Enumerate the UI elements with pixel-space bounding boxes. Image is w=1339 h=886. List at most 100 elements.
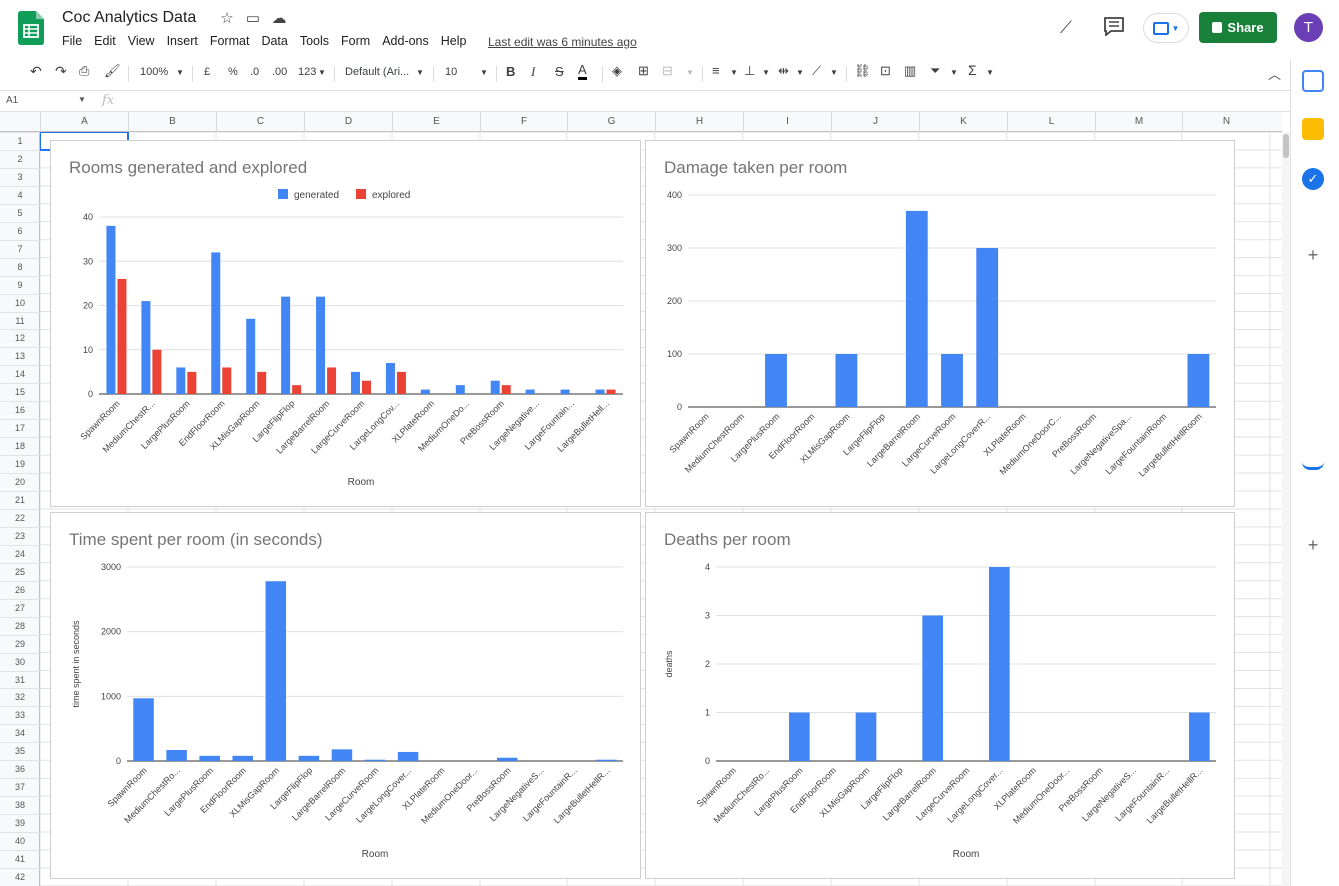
insert-chart-icon[interactable]: ▥ bbox=[904, 63, 916, 79]
bar[interactable] bbox=[141, 301, 151, 394]
row-header[interactable]: 1 bbox=[0, 132, 40, 150]
column-header[interactable]: M bbox=[1095, 112, 1182, 132]
cloud-status-icon[interactable]: ☁ bbox=[270, 9, 288, 27]
horizontal-align-icon[interactable]: ≡ bbox=[712, 63, 720, 78]
increase-decimal-button[interactable]: .00 bbox=[272, 66, 287, 78]
insert-link-icon[interactable]: ⛓ bbox=[854, 63, 871, 79]
bar[interactable] bbox=[176, 367, 186, 394]
row-header[interactable]: 4 bbox=[0, 185, 40, 204]
paint-format-icon[interactable]: 🖌 bbox=[104, 63, 121, 79]
add-addon-icon[interactable]: + bbox=[1302, 244, 1324, 266]
bar[interactable] bbox=[385, 363, 395, 394]
row-header[interactable]: 17 bbox=[0, 419, 40, 437]
chevron-down-icon[interactable]: ▼ bbox=[830, 68, 838, 77]
column-header[interactable]: E bbox=[392, 112, 480, 132]
chart-time-spent[interactable]: Time spent per room (in seconds) 0 1000 200… bbox=[50, 512, 641, 879]
currency-format-button[interactable]: £ bbox=[204, 66, 210, 78]
bar[interactable] bbox=[1187, 354, 1210, 407]
column-header[interactable]: L bbox=[1007, 112, 1095, 132]
bar[interactable] bbox=[596, 759, 617, 761]
row-header[interactable]: 40 bbox=[0, 832, 40, 850]
bar[interactable] bbox=[351, 371, 360, 394]
bar[interactable] bbox=[117, 278, 127, 394]
undo-icon[interactable]: ↶ bbox=[30, 63, 42, 80]
row-header[interactable]: 15 bbox=[0, 383, 40, 401]
row-header[interactable]: 24 bbox=[0, 544, 40, 563]
more-formats-button[interactable]: 123 bbox=[298, 66, 316, 78]
zoom-select[interactable]: 100% bbox=[140, 66, 168, 78]
bar[interactable] bbox=[989, 567, 1010, 761]
filter-icon[interactable]: ⏷ bbox=[930, 63, 940, 79]
chevron-down-icon[interactable]: ▼ bbox=[78, 95, 86, 104]
menu-view[interactable]: View bbox=[122, 34, 161, 48]
column-header[interactable]: H bbox=[655, 112, 743, 132]
row-header[interactable]: 21 bbox=[0, 491, 40, 509]
decrease-decimal-button[interactable]: .0 bbox=[250, 66, 259, 78]
menu-edit[interactable]: Edit bbox=[88, 34, 122, 48]
bar[interactable] bbox=[327, 367, 337, 394]
row-header[interactable]: 25 bbox=[0, 562, 40, 581]
bar[interactable] bbox=[222, 367, 232, 394]
print-icon[interactable]: ⎙ bbox=[79, 63, 89, 79]
column-header[interactable]: A bbox=[40, 112, 128, 132]
row-header[interactable]: 33 bbox=[0, 706, 40, 724]
menu-help[interactable]: Help bbox=[435, 34, 473, 48]
bar[interactable] bbox=[497, 757, 518, 761]
row-header[interactable]: 11 bbox=[0, 311, 40, 330]
chevron-down-icon[interactable]: ▼ bbox=[986, 68, 994, 77]
bar[interactable] bbox=[941, 354, 963, 407]
insert-comment-icon[interactable]: ⊡ bbox=[880, 63, 891, 79]
vertical-align-icon[interactable]: ⊥ bbox=[744, 63, 755, 79]
scrollbar-thumb[interactable] bbox=[1283, 134, 1289, 158]
document-title[interactable]: Coc Analytics Data bbox=[62, 9, 196, 27]
menu-tools[interactable]: Tools bbox=[294, 34, 335, 48]
row-header[interactable]: 34 bbox=[0, 724, 40, 742]
bar[interactable] bbox=[855, 712, 877, 762]
bar[interactable] bbox=[455, 385, 465, 394]
add-icon[interactable]: + bbox=[1302, 534, 1324, 556]
row-header[interactable]: 41 bbox=[0, 850, 40, 868]
bar[interactable] bbox=[364, 759, 386, 761]
bar[interactable] bbox=[922, 615, 943, 762]
chevron-down-icon[interactable]: ▼ bbox=[686, 68, 694, 77]
bar[interactable] bbox=[362, 380, 371, 394]
row-header[interactable]: 29 bbox=[0, 634, 40, 653]
row-header[interactable]: 23 bbox=[0, 526, 40, 545]
bar[interactable] bbox=[420, 389, 430, 394]
name-box[interactable]: A1 bbox=[6, 95, 18, 106]
menu-addons[interactable]: Add-ons bbox=[376, 34, 435, 48]
calendar-icon[interactable] bbox=[1302, 70, 1324, 92]
bar[interactable] bbox=[396, 371, 406, 394]
row-header[interactable]: 35 bbox=[0, 742, 40, 760]
row-header[interactable]: 10 bbox=[0, 293, 40, 312]
row-header[interactable]: 22 bbox=[0, 508, 40, 527]
row-header[interactable]: 30 bbox=[0, 652, 40, 671]
row-header[interactable]: 26 bbox=[0, 580, 40, 599]
bar[interactable] bbox=[501, 385, 511, 394]
column-header[interactable]: N bbox=[1182, 112, 1270, 132]
row-header[interactable]: 38 bbox=[0, 796, 40, 814]
bar[interactable] bbox=[765, 354, 787, 407]
row-header[interactable]: 27 bbox=[0, 598, 40, 617]
collapse-menus-icon[interactable]: ︿ bbox=[1268, 64, 1281, 83]
row-header[interactable]: 42 bbox=[0, 867, 40, 886]
bar[interactable] bbox=[166, 750, 187, 761]
row-header[interactable]: 13 bbox=[0, 347, 40, 365]
bar[interactable] bbox=[316, 296, 326, 394]
column-header[interactable]: D bbox=[304, 112, 392, 132]
bar[interactable] bbox=[976, 248, 999, 407]
bar[interactable] bbox=[265, 581, 287, 761]
row-header[interactable]: 2 bbox=[0, 149, 40, 168]
chevron-down-icon[interactable]: ▼ bbox=[416, 68, 424, 77]
percent-format-button[interactable]: % bbox=[228, 66, 238, 78]
functions-button[interactable]: Σ bbox=[968, 62, 977, 78]
chevron-down-icon[interactable]: ▼ bbox=[480, 68, 488, 77]
vertical-scrollbar[interactable] bbox=[1282, 132, 1290, 886]
chevron-down-icon[interactable]: ▼ bbox=[796, 68, 804, 77]
merge-cells-icon[interactable]: ⊟ bbox=[662, 63, 673, 79]
bar[interactable] bbox=[257, 371, 267, 394]
bold-button[interactable]: B bbox=[506, 64, 515, 79]
bar[interactable] bbox=[835, 354, 858, 407]
comment-history-icon[interactable] bbox=[1103, 16, 1125, 36]
bar[interactable] bbox=[490, 380, 500, 394]
